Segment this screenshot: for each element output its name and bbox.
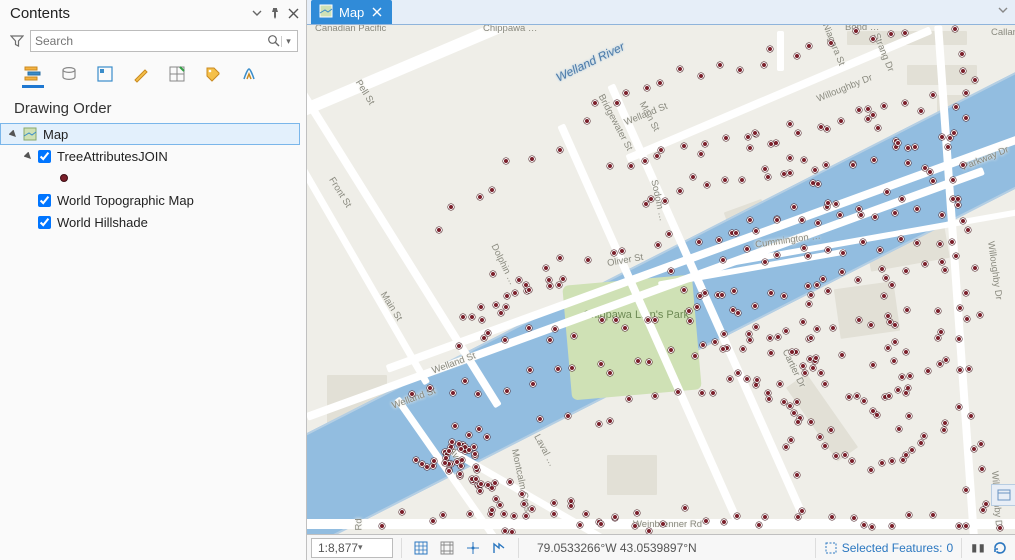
layer-visibility-checkbox[interactable] — [38, 194, 51, 207]
toc-layer-symbol-row — [0, 167, 300, 189]
search-input[interactable] — [35, 34, 267, 48]
scale-value: 1:8,877 — [318, 541, 358, 555]
list-by-editing-button[interactable] — [130, 62, 152, 88]
search-box[interactable]: ▾ — [30, 30, 298, 52]
street-label: Laval … — [531, 433, 557, 469]
snapping-icon[interactable] — [436, 538, 458, 558]
refresh-icon[interactable] — [989, 538, 1011, 558]
street-label: Callan … — [991, 27, 1015, 38]
map-tab[interactable]: Map — [311, 0, 392, 24]
river-label: Welland River — [554, 39, 627, 84]
selected-features-readout[interactable]: Selected Features: 0 — [824, 541, 953, 555]
search-icon[interactable] — [267, 34, 281, 48]
list-by-perceptual-button[interactable] — [238, 62, 260, 88]
toc-map-label: Map — [41, 127, 68, 142]
drawing-order-heading: Drawing Order — [0, 88, 306, 123]
coordinates-readout: 79.0533266°W 43.0539897°N — [527, 541, 807, 555]
toc-map-node[interactable]: Map — [0, 123, 300, 145]
filter-funnel-icon[interactable] — [10, 34, 24, 48]
close-icon[interactable] — [286, 6, 300, 20]
contents-panel: Contents ▾ — [0, 0, 307, 560]
pause-draw-icon[interactable]: ▮▮ — [970, 540, 985, 556]
street-label: Dolphin … — [489, 242, 518, 287]
list-by-data-source-button[interactable] — [58, 62, 80, 88]
catalog-side-tab[interactable] — [991, 484, 1015, 506]
street-label: Montcalm Cres — [509, 448, 533, 513]
chevron-down-icon[interactable] — [250, 6, 264, 20]
tab-close-icon[interactable] — [370, 5, 384, 19]
list-by-labeling-button[interactable] — [202, 62, 224, 88]
toc-layer-label: World Topographic Map — [55, 193, 194, 208]
toc-tree: Map TreeAttributesJOIN World Topographic… — [0, 123, 306, 233]
toc-layer-label: World Hillshade — [55, 215, 148, 230]
street-label: … Rd — [354, 518, 365, 534]
scale-selector[interactable]: 1:8,877 ▾ — [311, 538, 393, 558]
street-label: Weinbrenner Rd — [633, 519, 702, 530]
list-by-snapping-button[interactable] — [166, 62, 188, 88]
list-by-drawing-order-button[interactable] — [22, 62, 44, 88]
search-dropdown-icon[interactable]: ▾ — [281, 36, 293, 47]
layer-visibility-checkbox[interactable] — [38, 216, 51, 229]
expander-icon[interactable] — [7, 128, 19, 140]
street-label: Front St — [326, 175, 353, 209]
toc-layer-topo[interactable]: World Topographic Map — [0, 189, 300, 211]
list-by-selection-button[interactable] — [94, 62, 116, 88]
contents-toolbar — [0, 58, 306, 88]
expander-icon[interactable] — [22, 150, 34, 162]
toc-layer-tree-attributes[interactable]: TreeAttributesJOIN — [0, 145, 300, 167]
map-side: Map Welland River — [307, 0, 1015, 560]
snap-grid-icon[interactable] — [410, 538, 432, 558]
street-label: Canadian Pacific — [315, 25, 386, 34]
statusbar: 1:8,877 ▾ 79.0533266°W 43.0539897°N Sele… — [307, 534, 1015, 560]
map-tabstrip: Map — [307, 0, 1015, 25]
map-tab-label: Map — [339, 5, 364, 20]
tabstrip-overflow-icon[interactable] — [997, 4, 1009, 19]
street-label: Niagara St — [820, 25, 847, 67]
selection-icon — [824, 541, 838, 555]
map-icon — [23, 127, 37, 141]
point-symbol-icon — [60, 174, 68, 182]
toc-layer-hillshade[interactable]: World Hillshade — [0, 211, 300, 233]
chevron-down-icon[interactable]: ▾ — [358, 542, 388, 553]
map-tab-icon — [319, 4, 333, 21]
constraints-icon[interactable] — [462, 538, 484, 558]
corrections-icon[interactable] — [488, 538, 510, 558]
contents-header: Contents — [0, 0, 306, 26]
selected-features-label: Selected Features: — [842, 541, 943, 555]
contents-title: Contents — [10, 5, 246, 22]
street-label: Chippawa … — [483, 25, 537, 34]
search-row: ▾ — [0, 26, 306, 58]
layer-visibility-checkbox[interactable] — [38, 150, 51, 163]
toc-layer-label: TreeAttributesJOIN — [55, 149, 168, 164]
map-viewport[interactable]: Welland River Chippawa Lion's Park — [307, 25, 1015, 534]
street-label: Willoughby Dr — [985, 240, 1004, 300]
street-label: Bond … — [845, 25, 879, 33]
pin-icon[interactable] — [268, 6, 282, 20]
basemap: Welland River Chippawa Lion's Park — [307, 25, 1015, 534]
selected-features-count: 0 — [946, 541, 953, 555]
